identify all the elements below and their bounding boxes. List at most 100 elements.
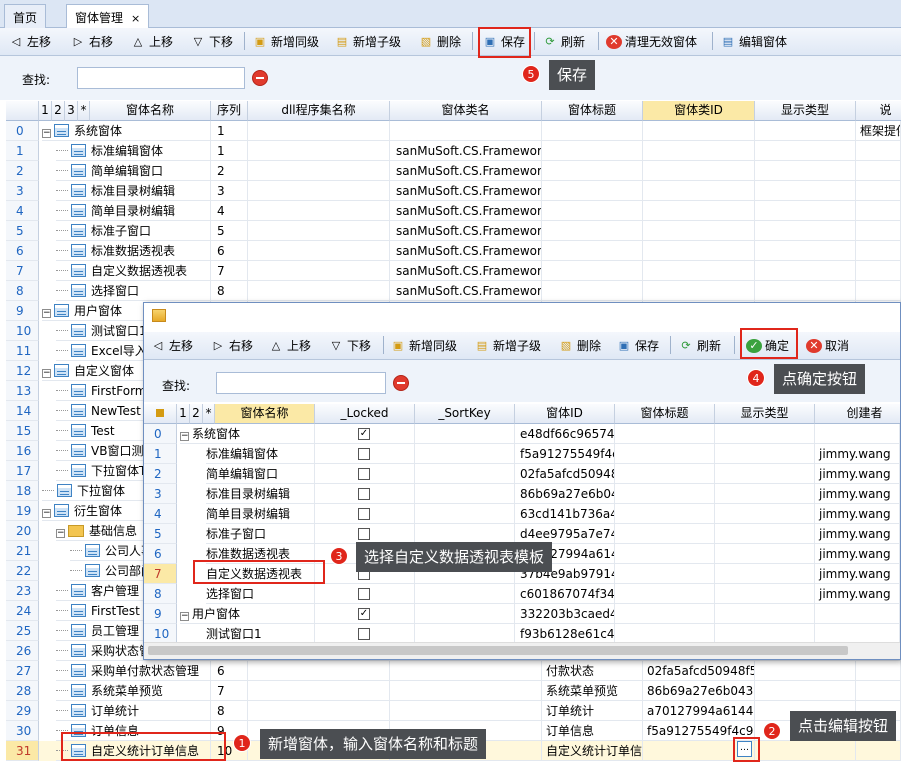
locked-cell[interactable]: ✓ xyxy=(315,604,415,624)
sequence-cell[interactable]: 8 xyxy=(211,701,248,721)
add-sibling-button[interactable]: ▣ 新增同级 xyxy=(252,28,319,55)
form-id-header[interactable]: 窗体ID xyxy=(515,404,615,424)
form-class-cell[interactable]: sanMuSoft.CS.Framework xyxy=(390,281,542,301)
form-id-cell[interactable]: d4ee9795a7e74l xyxy=(515,524,615,544)
collapse-toggle-icon[interactable]: − xyxy=(42,309,51,318)
move-left-button[interactable]: ◁ 左移 xyxy=(8,28,51,55)
form-title-cell[interactable] xyxy=(615,524,715,544)
dlg-cancel-button[interactable]: ✕ 取消 xyxy=(806,332,849,359)
table-row[interactable]: 0−系统窗体1 框架提供 xyxy=(6,121,901,141)
form-name-cell[interactable]: 标准编辑窗体 xyxy=(56,141,211,161)
sortkey-cell[interactable] xyxy=(415,424,515,444)
clear-search-icon[interactable] xyxy=(393,375,409,391)
form-id-cell[interactable]: f93b6128e61c47 xyxy=(515,624,615,642)
display-type-cell[interactable] xyxy=(715,484,815,504)
dll-assembly-cell[interactable] xyxy=(248,161,390,181)
move-up-button[interactable]: △ 上移 xyxy=(130,28,173,55)
table-row[interactable]: 10 测试窗口1 f93b6128e61c47 xyxy=(144,624,900,642)
table-row[interactable]: 5 标准子窗口 d4ee9795a7e74l jimmy.wang xyxy=(144,524,900,544)
display-type-header[interactable]: 显示类型 xyxy=(715,404,815,424)
locked-checkbox[interactable] xyxy=(358,628,370,640)
creator-cell[interactable] xyxy=(815,424,900,444)
form-title-cell[interactable] xyxy=(615,444,715,464)
form-title-cell[interactable] xyxy=(542,181,643,201)
form-id-cell[interactable]: 332203b3caed4 xyxy=(515,604,615,624)
form-class-header[interactable]: 窗体类名 xyxy=(390,101,542,121)
form-class-cell[interactable] xyxy=(390,681,542,701)
form-title-cell[interactable] xyxy=(542,201,643,221)
description-cell[interactable] xyxy=(856,261,901,281)
form-id-cell[interactable]: e48df66c96574c xyxy=(515,424,615,444)
form-name-cell[interactable]: 选择窗口 xyxy=(206,584,315,604)
description-cell[interactable] xyxy=(856,681,901,701)
form-class-cell[interactable]: sanMuSoft.CS.Framework xyxy=(390,161,542,181)
form-name-header[interactable]: 窗体名称 xyxy=(215,404,315,424)
table-row[interactable]: 6 标准数据透视表 6 sanMuSoft.CS.Framework xyxy=(6,241,901,261)
sequence-cell[interactable]: 5 xyxy=(211,221,248,241)
form-title-cell[interactable] xyxy=(542,121,643,141)
form-title-cell[interactable] xyxy=(615,584,715,604)
form-name-cell[interactable]: 简单目录树编辑 xyxy=(206,504,315,524)
form-name-cell[interactable]: 简单编辑窗口 xyxy=(56,161,211,181)
form-title-cell[interactable] xyxy=(615,424,715,444)
form-title-cell[interactable] xyxy=(615,544,715,564)
locked-checkbox[interactable] xyxy=(358,448,370,460)
display-type-cell[interactable] xyxy=(715,604,815,624)
locked-cell[interactable] xyxy=(315,444,415,464)
display-type-cell[interactable] xyxy=(755,261,856,281)
display-type-cell[interactable] xyxy=(755,741,856,761)
form-name-cell[interactable]: − 系统窗体 xyxy=(42,121,211,141)
description-cell[interactable] xyxy=(856,281,901,301)
delete-button[interactable]: ▧ 删除 xyxy=(418,28,461,55)
edit-form-button[interactable]: ▤ 编辑窗体 xyxy=(720,28,787,55)
dll-assembly-cell[interactable] xyxy=(248,661,390,681)
form-title-cell[interactable]: 系统菜单预览 xyxy=(542,681,643,701)
collapse-toggle-icon[interactable]: − xyxy=(180,432,189,441)
display-type-header[interactable]: 显示类型 xyxy=(755,101,856,121)
display-type-cell[interactable] xyxy=(715,504,815,524)
clean-invalid-forms-button[interactable]: ✕ 清理无效窗体 xyxy=(606,28,697,55)
add-child-button[interactable]: ▤ 新增子级 xyxy=(334,28,401,55)
form-class-cell[interactable]: sanMuSoft.CS.Framework xyxy=(390,261,542,281)
table-row[interactable]: 5 标准子窗口 5 sanMuSoft.CS.Framework xyxy=(6,221,901,241)
form-name-cell[interactable]: 标准子窗口 xyxy=(206,524,315,544)
dll-assembly-cell[interactable] xyxy=(248,181,390,201)
locked-checkbox[interactable] xyxy=(358,488,370,500)
table-row[interactable]: 8 选择窗口 8 sanMuSoft.CS.Framework xyxy=(6,281,901,301)
level-2-header[interactable]: 2 xyxy=(190,404,203,424)
table-row[interactable]: 2 简单编辑窗口 02fa5afcd509489 jimmy.wang xyxy=(144,464,900,484)
creator-cell[interactable] xyxy=(815,624,900,642)
display-type-cell[interactable] xyxy=(715,424,815,444)
scrollbar-thumb[interactable] xyxy=(148,646,848,655)
display-type-cell[interactable] xyxy=(755,141,856,161)
horizontal-scrollbar[interactable] xyxy=(144,642,900,659)
form-name-cell[interactable]: 测试窗口1 xyxy=(206,624,315,642)
dll-assembly-cell[interactable] xyxy=(248,201,390,221)
description-cell[interactable] xyxy=(856,161,901,181)
locked-cell[interactable] xyxy=(315,584,415,604)
form-name-cell[interactable]: 标准目录树编辑 xyxy=(206,484,315,504)
form-name-cell[interactable]: 自定义数据透视表 xyxy=(56,261,211,281)
dlg-move-left-button[interactable]: ◁ 左移 xyxy=(150,332,193,359)
search-input[interactable] xyxy=(77,67,245,89)
form-class-cell[interactable]: sanMuSoft.CS.Framework xyxy=(390,181,542,201)
locked-checkbox[interactable]: ✓ xyxy=(358,428,370,440)
form-class-id-cell[interactable] xyxy=(643,161,755,181)
display-type-cell[interactable] xyxy=(755,181,856,201)
display-type-cell[interactable] xyxy=(715,524,815,544)
display-type-cell[interactable] xyxy=(755,161,856,181)
table-row[interactable]: 1 标准编辑窗体 1 sanMuSoft.CS.Framework xyxy=(6,141,901,161)
locked-header[interactable]: _Locked xyxy=(315,404,415,424)
form-title-cell[interactable]: 订单信息 xyxy=(542,721,643,741)
dlg-move-right-button[interactable]: ▷ 右移 xyxy=(210,332,253,359)
display-type-cell[interactable] xyxy=(715,564,815,584)
form-title-cell[interactable] xyxy=(615,484,715,504)
form-id-cell[interactable]: f5a91275549f4c9 xyxy=(515,444,615,464)
description-cell[interactable] xyxy=(856,221,901,241)
form-class-id-cell[interactable] xyxy=(643,181,755,201)
sequence-cell[interactable]: 6 xyxy=(211,241,248,261)
level-1-header[interactable]: 1 xyxy=(39,101,52,121)
star-header[interactable]: * xyxy=(203,404,215,424)
form-title-cell[interactable] xyxy=(615,564,715,584)
form-class-id-header[interactable]: 窗体类ID xyxy=(643,101,755,121)
